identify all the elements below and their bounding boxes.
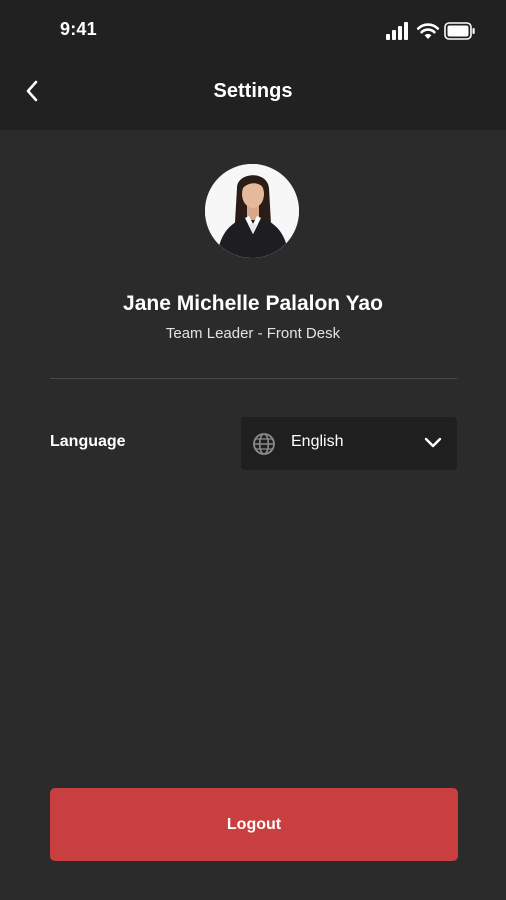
settings-screen: 9:41 Settings Jane Michelle Palalon Yao …	[0, 0, 506, 900]
profile-name: Jane Michelle Palalon Yao	[123, 292, 383, 315]
battery-icon	[444, 22, 476, 45]
profile-role: Team Leader - Front Desk	[165, 325, 341, 342]
avatar	[205, 164, 299, 258]
page-title: Settings	[213, 80, 293, 102]
chevron-down-icon	[423, 436, 443, 455]
language-value: English	[291, 433, 344, 450]
wifi-icon	[416, 22, 440, 45]
status-time: 9:41	[60, 19, 97, 39]
logout-label: Logout	[226, 815, 282, 833]
divider	[50, 378, 457, 379]
logout-button[interactable]: Logout	[50, 788, 458, 861]
top-bar: 9:41 Settings	[0, 0, 506, 130]
language-label: Language	[50, 433, 126, 450]
status-icons	[386, 20, 506, 44]
globe-icon	[252, 432, 276, 461]
language-select[interactable]: English	[241, 417, 457, 470]
cellular-signal-icon	[386, 22, 410, 45]
